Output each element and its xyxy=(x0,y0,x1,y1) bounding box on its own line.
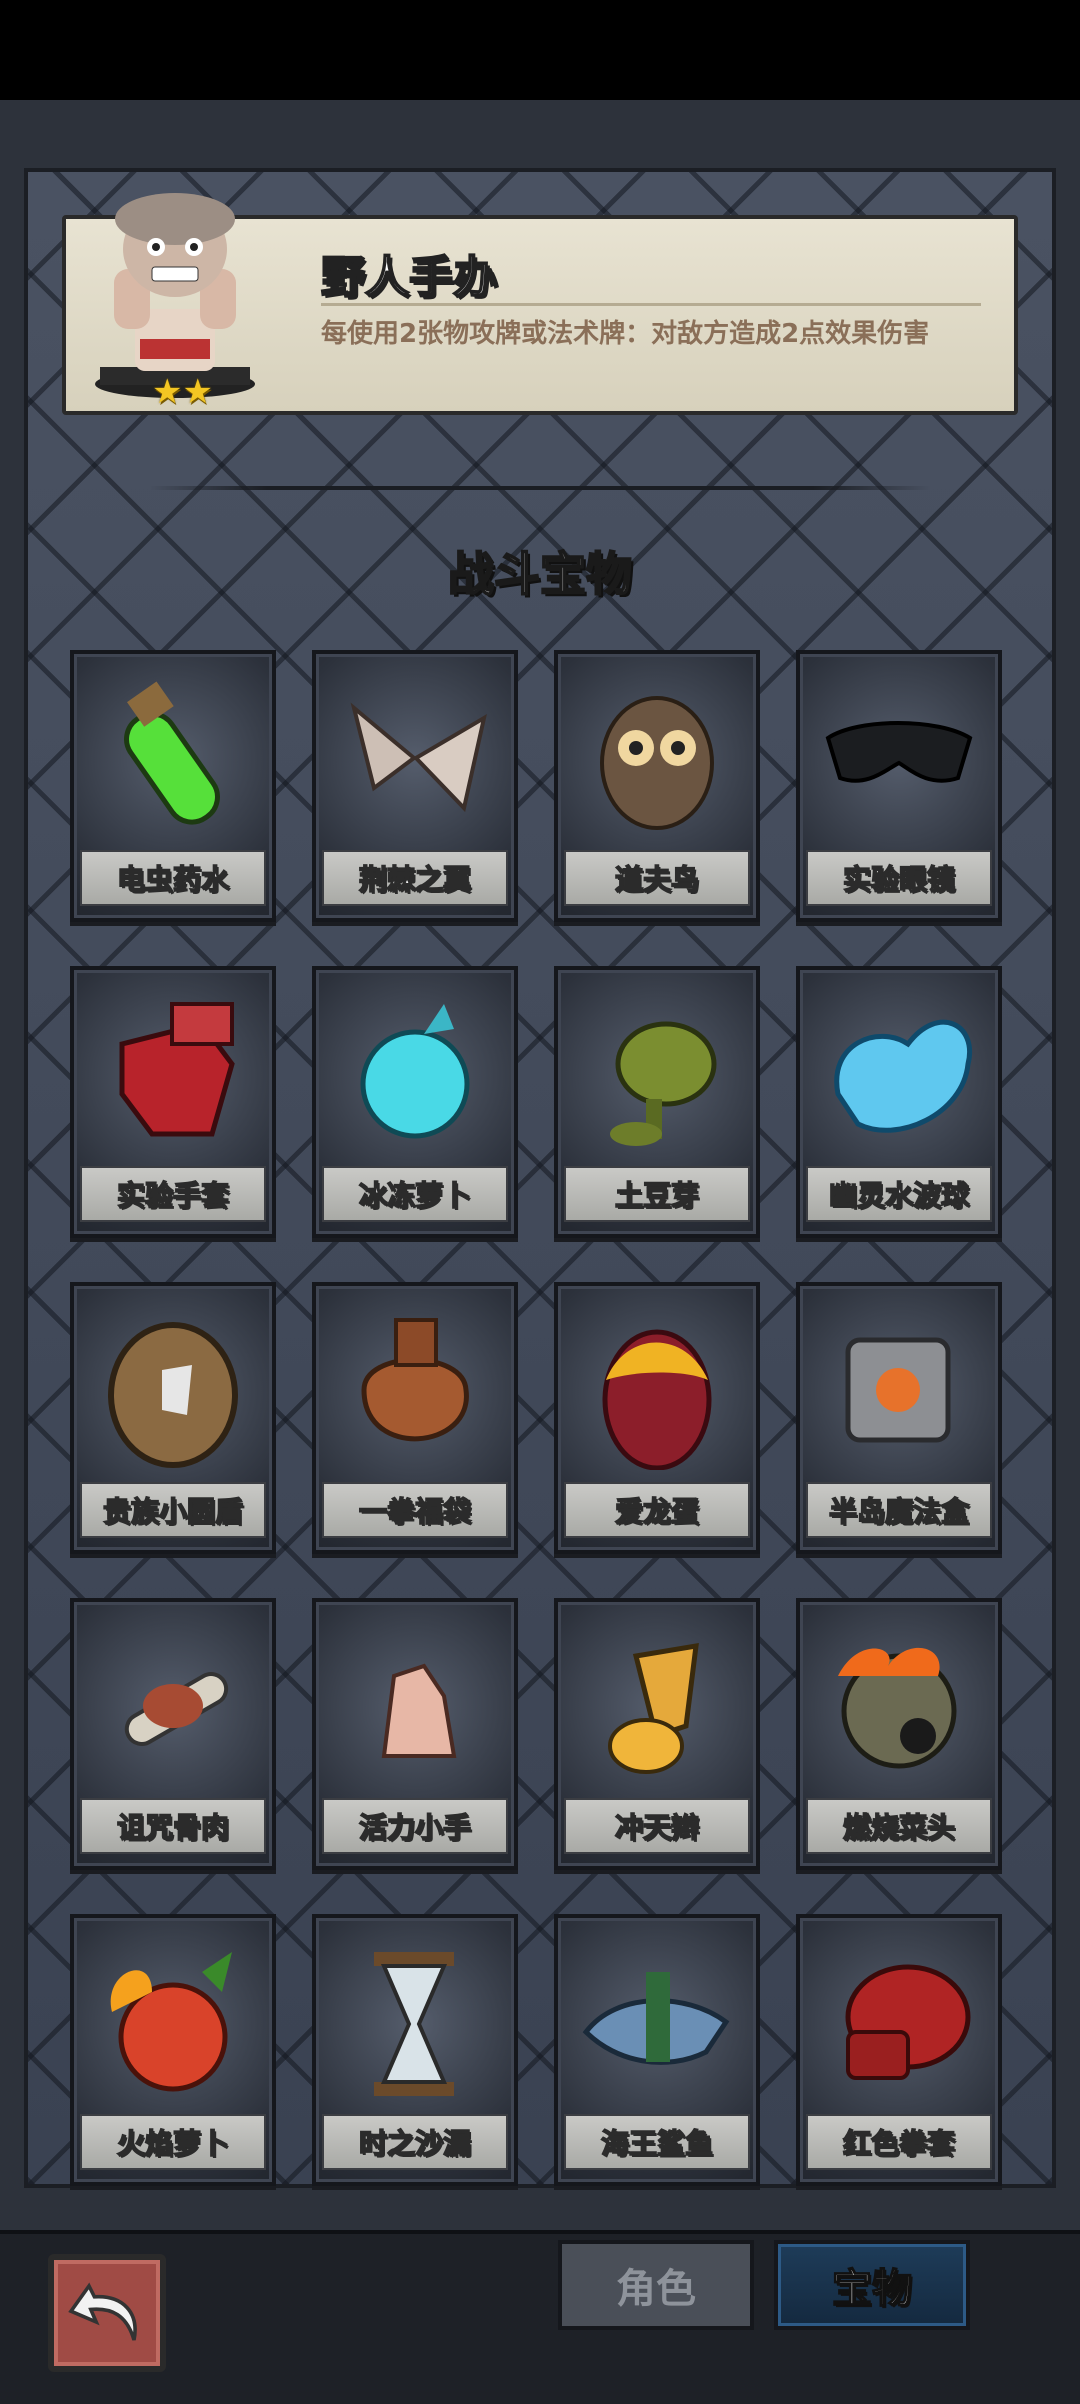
treasure-slot[interactable]: 红色拳套 xyxy=(796,1914,1002,2186)
peashooter-plant-icon xyxy=(610,1021,717,1146)
treasure-label: 冰冻萝卜 xyxy=(322,1166,508,1222)
treasure-label: 土豆芽 xyxy=(564,1166,750,1222)
treasure-label: 火焰萝卜 xyxy=(80,2114,266,2170)
treasure-label: 诅咒骨肉 xyxy=(80,1798,266,1854)
round-shield-icon xyxy=(108,1322,238,1468)
black-goggles-icon xyxy=(825,721,973,783)
treasure-slot[interactable]: 燃烧菜头 xyxy=(796,1598,1002,1870)
owl-icon xyxy=(600,696,714,830)
treasure-label: 海王鲨鱼 xyxy=(564,2114,750,2170)
treasure-label: 燃烧菜头 xyxy=(806,1798,992,1854)
treasure-slot[interactable]: 实验手套 xyxy=(70,966,276,1238)
frozen-radish-icon xyxy=(360,1004,470,1139)
treasure-slot[interactable]: 电虫药水 xyxy=(70,650,276,922)
treasure-slot[interactable]: 海王鲨鱼 xyxy=(554,1914,760,2186)
section-title: 战斗宝物 xyxy=(447,546,633,602)
treasure-slot[interactable]: 荆棘之翼 xyxy=(312,650,518,922)
boxing-glove-icon xyxy=(845,1964,971,2080)
treasure-label: 爱龙蛋 xyxy=(564,1482,750,1538)
ponytail-icon xyxy=(608,1642,699,1774)
tab-treasure[interactable]: 宝物 xyxy=(774,2240,970,2330)
star-icon: ★ xyxy=(152,372,183,412)
little-hand-icon xyxy=(381,1663,457,1758)
treasure-slot[interactable]: 一拳福袋 xyxy=(312,1282,518,1554)
caveman-figure-icon xyxy=(95,193,255,398)
burning-spiked-ball-icon xyxy=(838,1647,957,1769)
treasure-slot[interactable]: 贵族小圆盾 xyxy=(70,1282,276,1554)
treasure-slot[interactable]: 冲天辫 xyxy=(554,1598,760,1870)
treasure-slot[interactable]: 半岛魔法盒 xyxy=(796,1282,1002,1554)
treasure-label: 贵族小圆盾 xyxy=(80,1482,266,1538)
section-divider xyxy=(150,486,930,490)
treasure-label: 时之沙漏 xyxy=(322,2114,508,2170)
treasure-slot[interactable]: 幽灵水波球 xyxy=(796,966,1002,1238)
item-title: 野人手办 xyxy=(320,251,498,304)
treasure-slot[interactable]: 时之沙漏 xyxy=(312,1914,518,2186)
treasure-label: 半岛魔法盒 xyxy=(806,1482,992,1538)
treasure-slot[interactable]: 土豆芽 xyxy=(554,966,760,1238)
card-divider xyxy=(321,303,981,306)
shark-icon xyxy=(582,1972,730,2065)
treasure-label: 红色拳套 xyxy=(806,2114,992,2170)
treasure-slot[interactable]: 冰冻萝卜 xyxy=(312,966,518,1238)
back-button[interactable] xyxy=(48,2254,166,2372)
fist-sack-icon xyxy=(361,1318,469,1442)
star-icon: ★ xyxy=(182,372,213,412)
status-bar xyxy=(0,0,1080,100)
treasure-label: 冲天辫 xyxy=(564,1798,750,1854)
red-glove-icon xyxy=(119,1002,235,1137)
treasure-slot[interactable]: 道夫鸟 xyxy=(554,650,760,922)
star-rating: ★★ xyxy=(152,372,213,412)
back-arrow-icon xyxy=(68,2282,137,2341)
treasure-label: 活力小手 xyxy=(322,1798,508,1854)
dragon-egg-icon xyxy=(602,1329,712,1470)
flaming-radish-icon xyxy=(110,1952,232,2092)
water-blob-icon xyxy=(834,1019,972,1133)
item-description: 每使用2张物攻牌或法术牌：对敌方造成2点效果伤害 xyxy=(321,319,930,349)
treasure-slot[interactable]: 实验眼镜 xyxy=(796,650,1002,922)
treasure-slot[interactable]: 活力小手 xyxy=(312,1598,518,1870)
treasure-slot[interactable]: 火焰萝卜 xyxy=(70,1914,276,2186)
treasure-label: 实验手套 xyxy=(80,1166,266,1222)
thorn-wings-icon xyxy=(350,702,487,813)
treasure-label: 荆棘之翼 xyxy=(322,850,508,906)
treasure-label: 实验眼镜 xyxy=(806,850,992,906)
treasure-label: 道夫鸟 xyxy=(564,850,750,906)
treasure-slot[interactable]: 爱龙蛋 xyxy=(554,1282,760,1554)
tab-role[interactable]: 角色 xyxy=(558,2240,754,2330)
bone-meat-icon xyxy=(124,1672,229,1746)
treasure-grid: 电虫药水 荆棘之翼 道夫鸟 实验眼镜实验手套 冰冻萝卜 土豆芽 幽灵水波球贵族小圆盾 一拳福袋… xyxy=(70,650,1010,2186)
treasure-slot[interactable]: 诅咒骨肉 xyxy=(70,1598,276,1870)
treasure-label: 幽灵水波球 xyxy=(806,1166,992,1222)
treasure-label: 一拳福袋 xyxy=(322,1482,508,1538)
hourglass-icon xyxy=(374,1952,454,2096)
treasure-label: 电虫药水 xyxy=(80,850,266,906)
magic-cube-icon xyxy=(845,1337,951,1443)
green-potion-vial-icon xyxy=(124,681,220,825)
